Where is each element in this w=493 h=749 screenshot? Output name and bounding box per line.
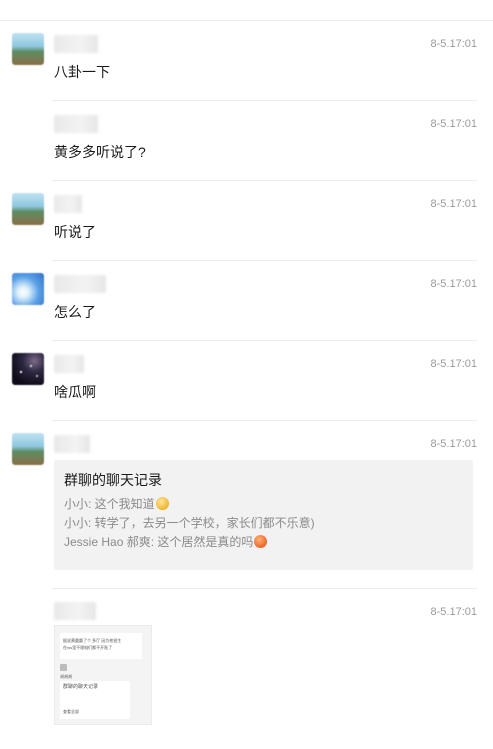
message-time: 8-5.17:01 [430, 38, 477, 50]
sender-name-blurred [54, 115, 98, 133]
message-time: 8-5.17:01 [430, 358, 477, 370]
chat-message[interactable]: 8-5.17:01 黄多多听说了? [0, 101, 493, 181]
smiling-face-icon [155, 497, 169, 510]
message-time: 8-5.17:01 [430, 438, 477, 450]
message-time: 8-5.17:01 [430, 118, 477, 130]
thumbnail-card-title: 群聊的聊天记录 [63, 684, 99, 690]
sender-name-blurred [54, 435, 90, 453]
thumbnail-text: 据说黄圆圆了个 多厅 因为他很生 [63, 638, 122, 643]
image-thumbnail[interactable]: 据说黄圆圆了个 多厅 因为他很生 在ins里不理咱们都不开贴了 胡胡胡 群聊的聊… [54, 625, 152, 725]
sender-name-blurred [54, 195, 82, 213]
chat-message[interactable]: 8-5.17:01 听说了 [0, 181, 493, 261]
avatar[interactable] [12, 433, 44, 465]
sender-name-blurred [54, 275, 106, 293]
avatar[interactable] [12, 193, 44, 225]
thumbnail-card-line: 查看全部 [63, 709, 79, 714]
forwarded-chat-card[interactable]: 群聊的聊天记录 小小: 这个我知道 小小: 转学了，去另一个学校，家长们都不乐意… [54, 460, 473, 570]
chat-message[interactable]: 8-5.17:01 啥瓜啊 [0, 341, 493, 421]
message-time: 8-5.17:01 [430, 198, 477, 210]
sender-name-blurred [54, 35, 98, 53]
message-time: 8-5.17:01 [430, 606, 477, 618]
sender-name-blurred [54, 602, 96, 620]
card-title: 群聊的聊天记录 [64, 472, 162, 488]
card-line-text: 小小: 这个我知道 [64, 497, 155, 511]
message-text: 八卦一下 [54, 64, 110, 80]
message-text: 黄多多听说了? [54, 144, 146, 160]
thumbnail-text: 胡胡胡 [60, 674, 72, 679]
thumbnail-avatar [60, 664, 67, 671]
card-line-text: Jessie Hao 郝爽: 这个居然是真的吗 [64, 535, 254, 549]
card-line: Jessie Hao 郝爽: 这个居然是真的吗 [64, 533, 268, 550]
surprised-face-icon [254, 535, 268, 548]
thumbnail-card: 群聊的聊天记录 查看全部 [60, 681, 130, 719]
sender-name-blurred [54, 355, 84, 373]
thumbnail-bubble: 据说黄圆圆了个 多厅 因为他很生 在ins里不理咱们都不开贴了 [60, 633, 142, 659]
card-line-text: 小小: 转学了，去另一个学校，家长们都不乐意) [64, 516, 315, 530]
avatar[interactable] [12, 33, 44, 65]
chat-message[interactable]: 8-5.17:01 怎么了 [0, 261, 493, 341]
avatar[interactable] [12, 353, 44, 385]
thumbnail-text: 在ins里不理咱们都不开贴了 [63, 645, 113, 650]
card-line: 小小: 这个我知道 [64, 495, 169, 512]
message-text: 听说了 [54, 224, 96, 240]
message-text: 怎么了 [54, 304, 96, 320]
message-time: 8-5.17:01 [430, 278, 477, 290]
chat-message[interactable]: 8-5.17:01 八卦一下 [0, 21, 493, 101]
avatar[interactable] [12, 273, 44, 305]
message-text: 啥瓜啊 [54, 384, 96, 400]
card-line: 小小: 转学了，去另一个学校，家长们都不乐意) [64, 514, 315, 531]
